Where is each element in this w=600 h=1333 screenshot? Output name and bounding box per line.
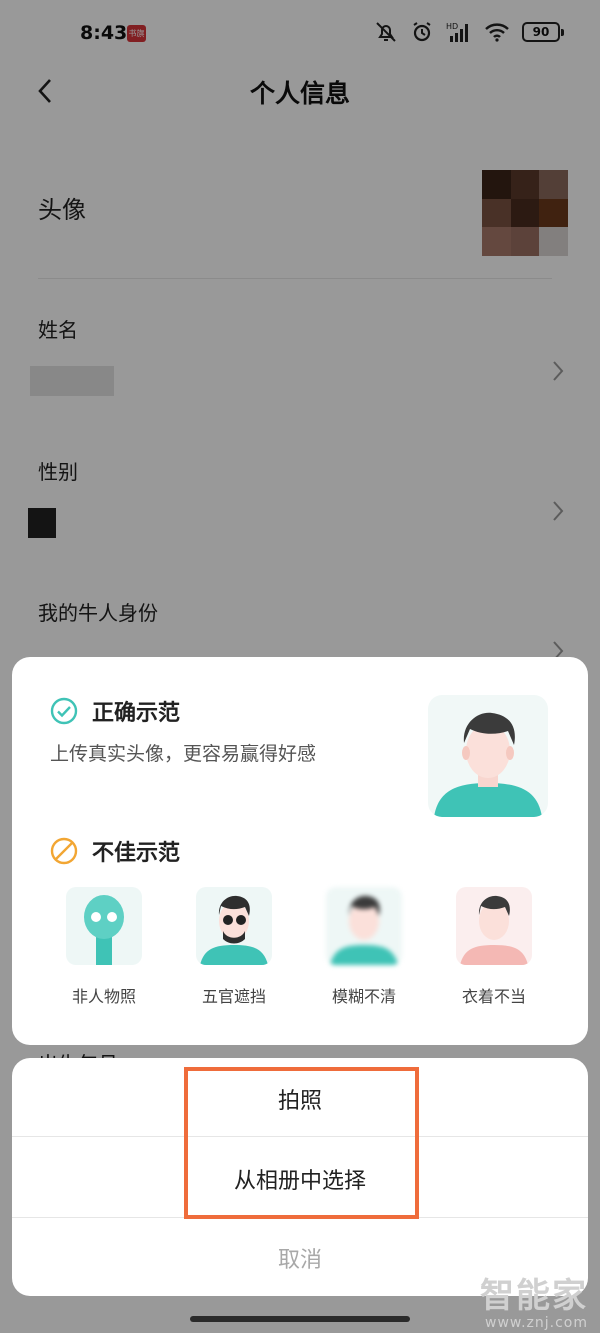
bad-example-list: 非人物照 五官遮挡 模糊不清 衣着不当: [12, 887, 588, 1007]
person-sunglasses-icon: [200, 895, 268, 965]
correct-example-image: [428, 695, 548, 817]
watermark-title: 智能家: [480, 1276, 588, 1316]
bad-example-label: 五官遮挡: [201, 987, 266, 1006]
home-indicator[interactable]: [190, 1316, 410, 1322]
prohibited-icon: [50, 837, 78, 865]
bad-example-item: 非人物照: [54, 887, 154, 1007]
bad-example-item: 五官遮挡: [184, 887, 284, 1007]
person-portrait-icon: [434, 712, 542, 817]
avatar-guide-card: 正确示范 上传真实头像，更容易赢得好感 不佳示范 非人物照 五官遮挡 模糊不清 …: [12, 657, 588, 1045]
correct-example-title: 正确示范: [92, 701, 181, 726]
person-blurred-icon: [330, 895, 398, 965]
face-covered-example-image: [196, 887, 272, 965]
person-shirtless-icon: [460, 895, 528, 965]
bad-example-heading: 不佳示范: [50, 835, 180, 867]
bad-example-item: 衣着不当: [444, 887, 544, 1007]
bad-example-title: 不佳示范: [92, 841, 181, 866]
bad-example-label: 模糊不清: [331, 987, 396, 1006]
bad-example-label: 非人物照: [71, 987, 136, 1006]
watermark: 智能家 www.znj.com: [480, 1268, 588, 1331]
bad-example-item: 模糊不清: [314, 887, 414, 1007]
highlight-annotation-box: [184, 1067, 419, 1219]
alien-icon: [84, 895, 124, 965]
check-circle-icon: [50, 697, 78, 725]
non-person-example-image: [66, 887, 142, 965]
correct-example-heading: 正确示范: [50, 695, 180, 727]
correct-example-desc: 上传真实头像，更容易赢得好感: [50, 743, 317, 765]
watermark-url: www.znj.com: [485, 1315, 588, 1331]
inappropriate-attire-example-image: [456, 887, 532, 965]
bad-example-label: 衣着不当: [461, 987, 526, 1006]
blurry-example-image: [326, 887, 402, 965]
